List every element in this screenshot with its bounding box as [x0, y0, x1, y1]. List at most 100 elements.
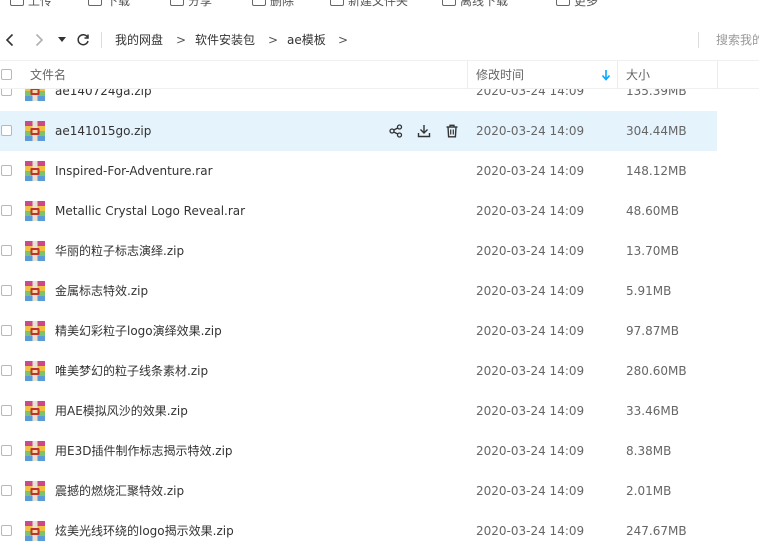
file-size: 135.39MB — [626, 89, 687, 98]
breadcrumb-separator: > — [176, 33, 187, 47]
chevron-left-icon — [5, 33, 14, 47]
row-checkbox[interactable] — [1, 325, 12, 336]
archive-zip-icon — [25, 201, 45, 221]
share-button[interactable] — [387, 122, 405, 140]
row-checkbox[interactable] — [1, 405, 12, 416]
file-name[interactable]: Metallic Crystal Logo Reveal.rar — [55, 203, 245, 219]
navigation-bar: 我的网盘 > 软件安装包 > ae模板 > 搜索我的 — [0, 22, 759, 58]
back-button[interactable] — [0, 28, 20, 52]
file-size: 247.67MB — [626, 524, 687, 538]
row-checkbox[interactable] — [1, 365, 12, 376]
file-row[interactable]: Metallic Crystal Logo Reveal.rar 2020-03… — [0, 191, 717, 231]
chevron-right-icon — [35, 33, 44, 47]
file-name[interactable]: 用E3D插件制作标志揭示特效.zip — [55, 443, 233, 459]
history-dropdown-button[interactable] — [53, 28, 71, 52]
breadcrumb-software-packages[interactable]: 软件安装包 — [195, 32, 255, 48]
sort-descending-icon — [601, 70, 611, 81]
file-name[interactable]: 华丽的粒子标志演绎.zip — [55, 243, 184, 259]
file-modified-time: 2020-03-24 14:09 — [476, 524, 585, 538]
file-row[interactable]: 唯美梦幻的粒子线条素材.zip 2020-03-24 14:09 280.60M… — [0, 351, 717, 391]
column-header-time[interactable]: 修改时间 — [476, 67, 524, 83]
column-header-name[interactable]: 文件名 — [30, 67, 66, 83]
file-name[interactable]: ae141015go.zip — [55, 123, 151, 139]
file-modified-time: 2020-03-24 14:09 — [476, 444, 585, 458]
file-modified-time: 2020-03-24 14:09 — [476, 364, 585, 378]
share-icon — [170, 0, 184, 6]
breadcrumb-ae-templates[interactable]: ae模板 — [287, 32, 326, 48]
file-row[interactable]: 炫美光线环绕的logo揭示效果.zip 2020-03-24 14:09 247… — [0, 511, 717, 548]
file-size: 8.38MB — [626, 444, 672, 458]
new-folder-button[interactable]: 新建文件夹 — [330, 0, 408, 8]
caret-down-icon — [58, 37, 66, 42]
file-name[interactable]: 用AE模拟风沙的效果.zip — [55, 403, 188, 419]
offline-download-icon — [442, 0, 456, 6]
file-row[interactable]: Inspired-For-Adventure.rar 2020-03-24 14… — [0, 151, 717, 191]
archive-zip-icon — [25, 121, 45, 141]
delete-toolbar-button[interactable]: 删除 — [252, 0, 294, 8]
file-size: 304.44MB — [626, 124, 687, 138]
file-row[interactable]: 精美幻彩粒子logo演绎效果.zip 2020-03-24 14:09 97.8… — [0, 311, 717, 351]
file-size: 5.91MB — [626, 284, 672, 298]
file-list: ae140724ga.zip 2020-03-24 14:09 135.39MB… — [0, 89, 759, 548]
file-size: 148.12MB — [626, 164, 687, 178]
share-toolbar-button[interactable]: 分享 — [170, 0, 212, 8]
upload-icon — [10, 0, 24, 6]
delete-button[interactable] — [443, 122, 461, 140]
file-modified-time: 2020-03-24 14:09 — [476, 404, 585, 418]
download-button[interactable] — [415, 122, 433, 140]
refresh-button[interactable] — [73, 28, 93, 52]
file-name[interactable]: ae140724ga.zip — [55, 89, 152, 99]
row-checkbox[interactable] — [1, 285, 12, 296]
upload-button[interactable]: 上传 — [10, 0, 52, 8]
file-row[interactable]: 华丽的粒子标志演绎.zip 2020-03-24 14:09 13.70MB — [0, 231, 717, 271]
file-name[interactable]: 金属标志特效.zip — [55, 283, 148, 299]
search-input[interactable]: 搜索我的 — [716, 32, 759, 48]
row-checkbox[interactable] — [1, 205, 12, 216]
archive-zip-icon — [25, 521, 45, 541]
breadcrumb-separator: > — [268, 33, 279, 47]
file-row[interactable]: 震撼的燃烧汇聚特效.zip 2020-03-24 14:09 2.01MB — [0, 471, 717, 511]
toolbar: 上传 下载 分享 删除 新建文件夹 离线下载 更多 — [0, 0, 759, 10]
file-modified-time: 2020-03-24 14:09 — [476, 89, 585, 98]
archive-zip-icon — [25, 161, 45, 181]
file-modified-time: 2020-03-24 14:09 — [476, 484, 585, 498]
file-modified-time: 2020-03-24 14:09 — [476, 204, 585, 218]
file-name[interactable]: 精美幻彩粒子logo演绎效果.zip — [55, 323, 222, 339]
breadcrumb-separator: > — [338, 33, 349, 47]
breadcrumb-my-drive[interactable]: 我的网盘 — [115, 32, 163, 48]
file-row[interactable]: 金属标志特效.zip 2020-03-24 14:09 5.91MB — [0, 271, 717, 311]
archive-zip-icon — [25, 361, 45, 381]
row-checkbox[interactable] — [1, 125, 12, 136]
file-modified-time: 2020-03-24 14:09 — [476, 124, 585, 138]
download-icon — [417, 125, 431, 138]
row-checkbox[interactable] — [1, 245, 12, 256]
archive-zip-icon — [25, 241, 45, 261]
column-divider — [717, 61, 718, 89]
row-checkbox[interactable] — [1, 485, 12, 496]
file-row[interactable]: 用AE模拟风沙的效果.zip 2020-03-24 14:09 33.46MB — [0, 391, 717, 431]
more-button[interactable]: 更多 — [556, 0, 598, 8]
file-size: 13.70MB — [626, 244, 679, 258]
file-name[interactable]: Inspired-For-Adventure.rar — [55, 163, 213, 179]
row-checkbox[interactable] — [1, 525, 12, 536]
file-row[interactable]: ae140724ga.zip 2020-03-24 14:09 135.39MB — [0, 89, 717, 111]
column-divider — [467, 61, 468, 89]
file-name[interactable]: 震撼的燃烧汇聚特效.zip — [55, 483, 184, 499]
forward-button[interactable] — [29, 28, 49, 52]
offline-download-button[interactable]: 离线下载 — [442, 0, 508, 8]
file-name[interactable]: 炫美光线环绕的logo揭示效果.zip — [55, 523, 234, 539]
row-checkbox[interactable] — [1, 165, 12, 176]
row-checkbox[interactable] — [1, 89, 12, 96]
file-name[interactable]: 唯美梦幻的粒子线条素材.zip — [55, 363, 208, 379]
select-all-checkbox[interactable] — [1, 69, 12, 80]
column-header-size[interactable]: 大小 — [626, 67, 650, 83]
download-toolbar-button[interactable]: 下载 — [88, 0, 130, 8]
row-checkbox[interactable] — [1, 445, 12, 456]
file-row-hovered[interactable]: ae141015go.zip 2020-03-24 14:09 304.44MB — [0, 111, 717, 151]
file-size: 280.60MB — [626, 364, 687, 378]
file-row[interactable]: 用E3D插件制作标志揭示特效.zip 2020-03-24 14:09 8.38… — [0, 431, 717, 471]
delete-icon — [446, 124, 458, 138]
file-size: 97.87MB — [626, 324, 679, 338]
file-size: 2.01MB — [626, 484, 672, 498]
share-icon — [389, 124, 403, 138]
